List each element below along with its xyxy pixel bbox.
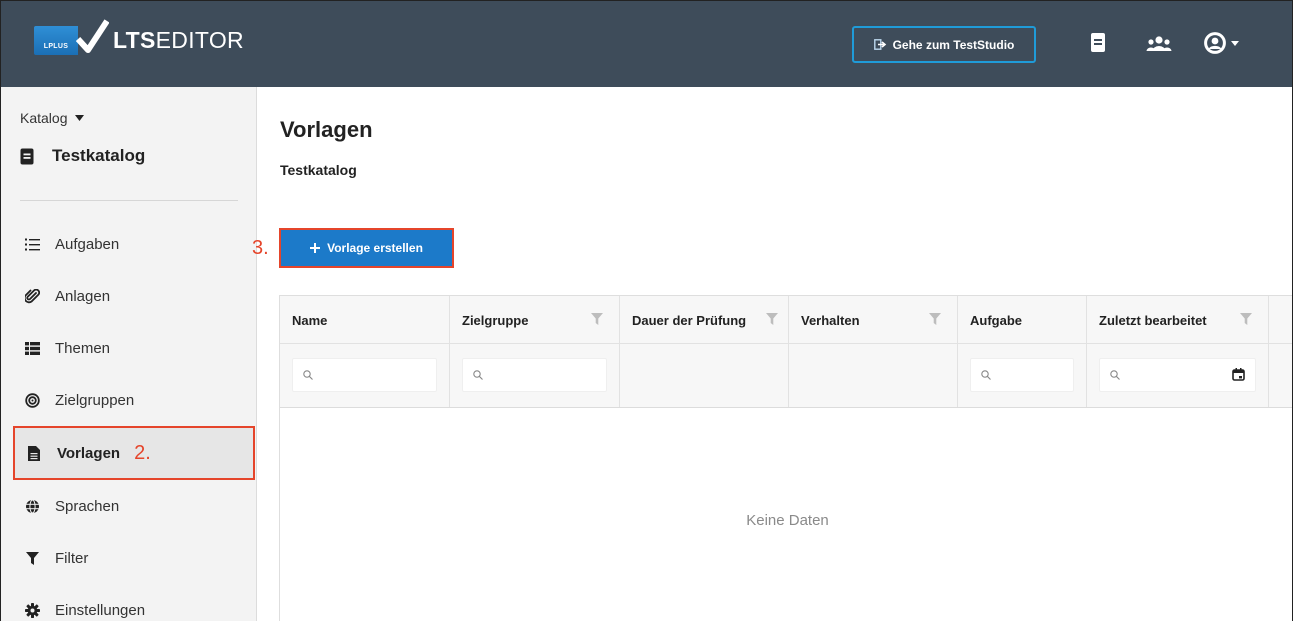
catalog-title: Testkatalog [20,146,145,166]
filter-icon[interactable] [1240,313,1252,325]
filter-icon[interactable] [591,313,603,325]
filter-cell-dauer [620,344,789,407]
logo-text: LTSEDITOR [113,26,244,53]
table-header: Name Zielgruppe Dauer der Prüfung Verhal… [280,296,1292,344]
sidebar-item-einstellungen[interactable]: Einstellungen [13,584,255,621]
calendar-icon[interactable] [1232,368,1245,381]
book-icon[interactable] [1090,32,1106,53]
file-icon [28,445,40,461]
sidebar-item-label: Zielgruppen [55,391,135,409]
user-circle-icon [1204,32,1226,54]
search-icon [473,370,483,380]
sidebar-item-label: Einstellungen [55,601,146,619]
book-icon [20,148,34,164]
sidebar-item-filter[interactable]: Filter [13,532,255,584]
column-header-dauer[interactable]: Dauer der Prüfung [620,296,789,344]
plus-icon [310,243,321,253]
sidebar-item-label: Filter [55,549,89,567]
step-marker-3: 3. [252,237,269,259]
sidebar: Katalog Testkatalog Aufgaben Anlagen The… [1,87,257,621]
table-list-icon [24,341,40,355]
target-icon [24,392,40,408]
filter-icon [25,551,39,565]
app-window: LPLUS LTSEDITOR Gehe zum TestStudio Kata… [0,0,1293,621]
search-icon [1110,370,1120,380]
user-menu-dropdown[interactable] [1204,32,1239,54]
filter-icon[interactable] [929,313,941,325]
page-title: Vorlagen [280,117,373,142]
sidebar-item-label: Sprachen [55,497,120,515]
filter-cell-verhalten [789,344,958,407]
sidebar-item-aufgaben[interactable]: Aufgaben [13,218,255,270]
filter-cell-zuletzt-bearbeitet [1087,344,1269,407]
filter-cell-aufgabe [958,344,1087,407]
column-header-zuletzt-bearbeitet[interactable]: Zuletzt bearbeitet [1087,296,1269,344]
lts-editor-logo[interactable]: LPLUS LTSEDITOR [34,19,244,57]
sidebar-item-label: Aufgaben [55,235,120,253]
create-template-button[interactable]: Vorlage erstellen [279,228,454,268]
sidebar-item-label: Anlagen [55,287,111,305]
top-navigation-bar: LPLUS LTSEDITOR Gehe zum TestStudio [1,1,1292,87]
checkmark-logo-icon [76,19,109,53]
list-icon [24,238,40,250]
sidebar-item-label: Vorlagen [57,444,121,462]
page-subtitle: Testkatalog [280,162,357,178]
filter-cell-zielgruppe [450,344,620,407]
sidebar-item-anlagen[interactable]: Anlagen [13,270,255,322]
filter-row [280,344,1292,408]
sidebar-item-sprachen[interactable]: Sprachen [13,480,255,532]
search-input-name[interactable] [292,358,437,392]
filter-icon[interactable] [766,313,778,325]
sidebar-item-zielgruppen[interactable]: Zielgruppen [13,374,255,426]
step-marker-2: 2. [134,441,151,464]
column-header-zielgruppe[interactable]: Zielgruppe [450,296,620,344]
globe-icon [25,499,39,513]
main-content: Vorlagen Testkatalog 3. Vorlage erstelle… [252,87,1292,621]
column-header-name[interactable]: Name [280,296,450,344]
lplus-badge: LPLUS [34,25,78,55]
sidebar-item-themen[interactable]: Themen [13,322,255,374]
sidebar-item-vorlagen[interactable]: Vorlagen 2. [13,426,255,480]
sidebar-item-label: Themen [55,339,111,357]
paperclip-icon [24,288,40,303]
sidebar-divider [20,200,238,201]
users-icon[interactable] [1146,35,1172,52]
search-icon [981,370,991,380]
search-icon [303,370,313,380]
gear-icon [24,602,40,618]
caret-down-icon [75,115,85,121]
search-input-zielgruppe[interactable] [462,358,607,392]
templates-table: Name Zielgruppe Dauer der Prüfung Verhal… [279,295,1292,621]
column-header-aufgabe[interactable]: Aufgabe [958,296,1087,344]
goto-teststudio-button[interactable]: Gehe zum TestStudio [852,26,1036,63]
search-input-aufgabe[interactable] [970,358,1074,392]
filter-cell-name [280,344,450,407]
empty-table-message: Keine Daten [746,512,829,529]
search-input-zuletzt-bearbeitet[interactable] [1099,358,1256,392]
column-header-verhalten[interactable]: Verhalten [789,296,958,344]
sign-out-icon [873,39,886,50]
catalog-dropdown[interactable]: Katalog [20,110,85,126]
caret-down-icon [1231,40,1239,46]
